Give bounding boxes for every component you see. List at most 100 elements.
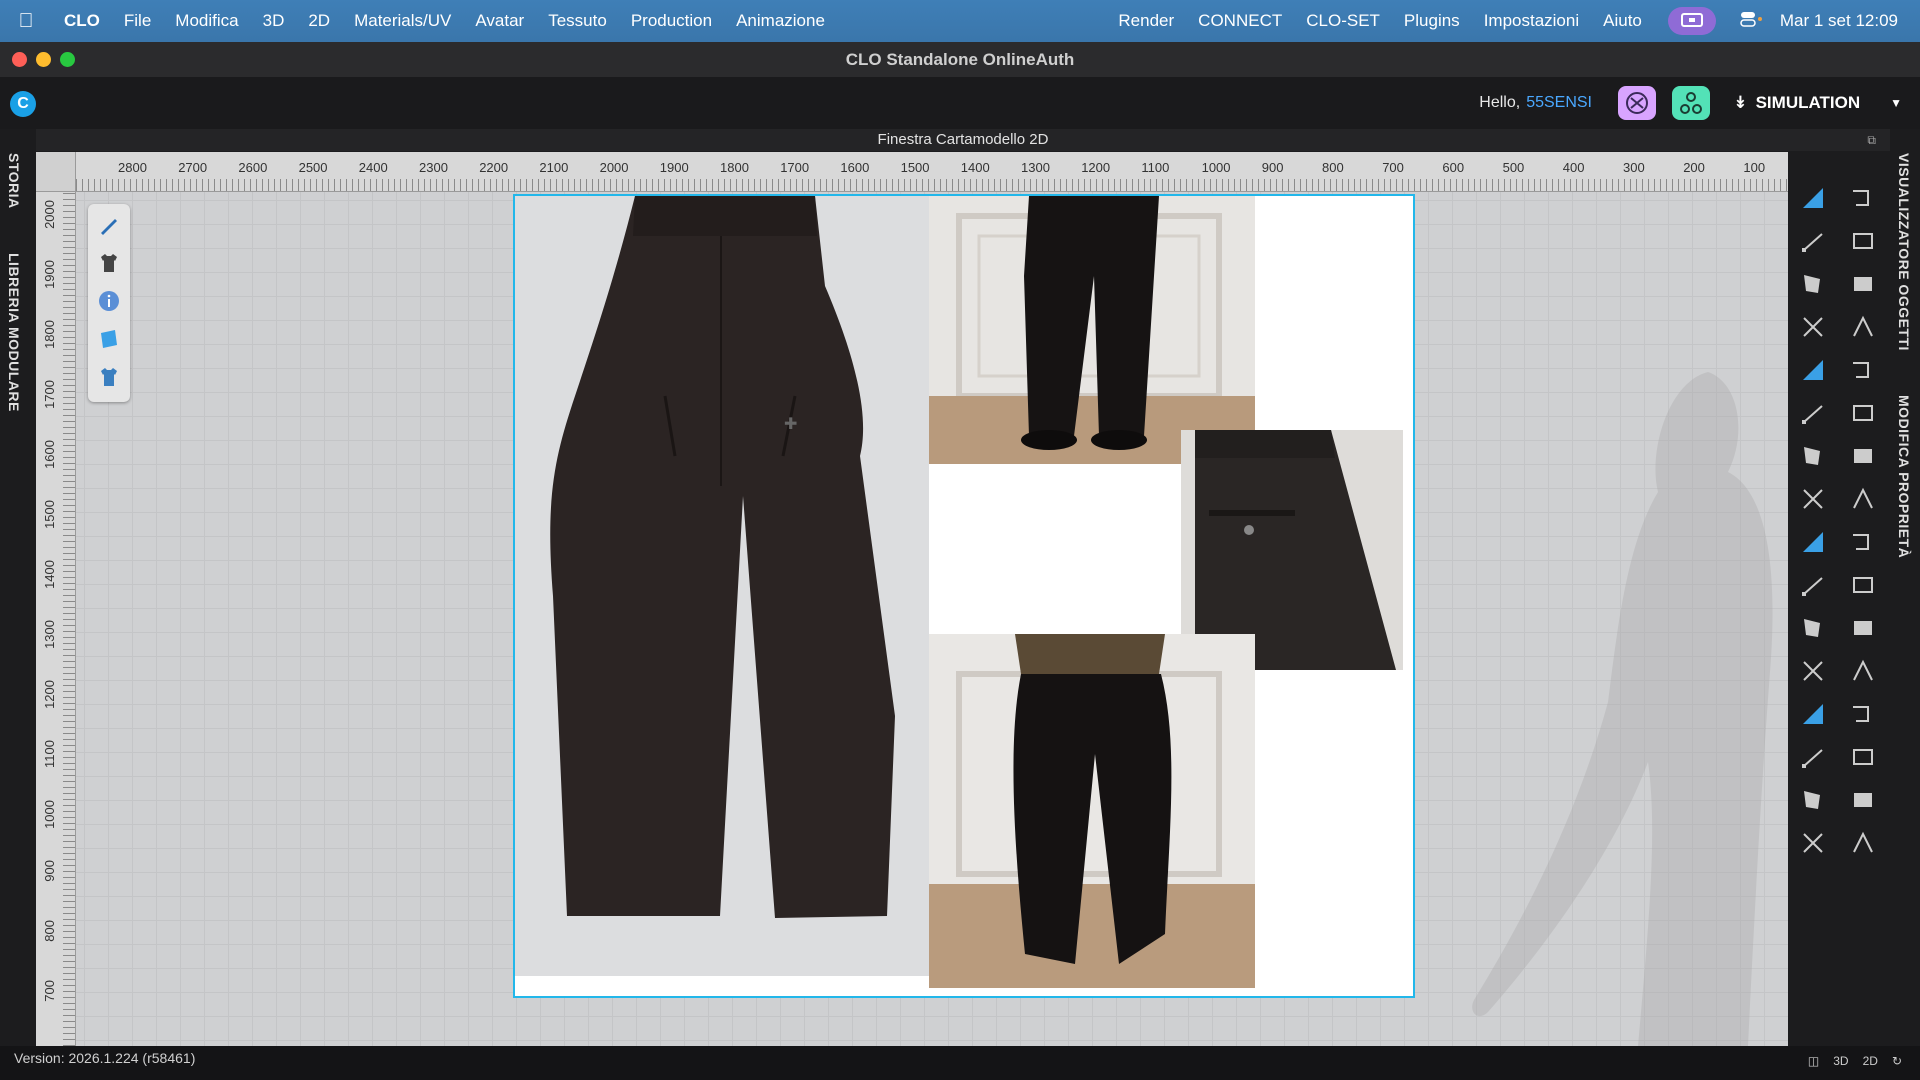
pattern-2d-workspace[interactable]: 2800 2700 2600 2500 2400 2300 2200 2100 2000 1900… <box>36 152 1788 1046</box>
ruler-v-label: 700 <box>42 980 57 1002</box>
view-2d-button[interactable]: 2D <box>1863 1054 1878 1068</box>
free-sewing-icon[interactable] <box>1838 434 1888 477</box>
simulation-mode-selector[interactable]: ↡ SIMULATION ▼ <box>1733 93 1902 113</box>
avatar-icon[interactable] <box>1788 821 1838 864</box>
fusing-icon[interactable] <box>1838 692 1888 735</box>
edit-point-icon[interactable] <box>1788 219 1838 262</box>
fill-icon[interactable] <box>1838 821 1888 864</box>
grading-icon[interactable] <box>1788 520 1838 563</box>
topstitch-icon[interactable] <box>1838 649 1888 692</box>
macos-menubar:  CLO File Modifica 3D 2D Materials/UV A… <box>0 0 1920 42</box>
trim-icon[interactable] <box>1788 735 1838 778</box>
view-mode-switcher: ◫ 3D 2D ↻ <box>1808 1054 1902 1068</box>
close-window-button[interactable] <box>12 52 27 67</box>
segment-sewing-icon[interactable] <box>1788 434 1838 477</box>
button-icon[interactable] <box>1788 606 1838 649</box>
zipper-icon[interactable] <box>1788 649 1838 692</box>
ruler-h-label: 1500 <box>900 160 930 175</box>
ruler-h-label: 2600 <box>238 160 268 175</box>
polygon-icon[interactable] <box>1788 262 1838 305</box>
window-controls <box>12 52 75 67</box>
menu-render[interactable]: Render <box>1106 11 1186 31</box>
fabric-icon[interactable] <box>95 324 123 354</box>
sewing-icon[interactable] <box>1838 348 1888 391</box>
edit-segment-icon[interactable] <box>1838 219 1888 262</box>
menu-2d[interactable]: 2D <box>296 11 342 31</box>
ruler-h-label: 800 <box>1322 160 1344 175</box>
puckering-icon[interactable] <box>1788 692 1838 735</box>
quick-tool-palette <box>88 204 130 402</box>
menu-production[interactable]: Production <box>619 11 724 31</box>
ruler-v-label: 1900 <box>42 260 57 289</box>
ruler-h-label: 500 <box>1502 160 1525 175</box>
network-connect-button[interactable] <box>1672 86 1710 120</box>
text-icon[interactable] <box>1788 563 1838 606</box>
menu-tessuto[interactable]: Tessuto <box>536 11 619 31</box>
menu-file[interactable]: File <box>112 11 163 31</box>
mesh-icon[interactable] <box>1788 778 1838 821</box>
reference-image-model-top[interactable] <box>929 196 1255 464</box>
fold-icon[interactable] <box>1788 391 1838 434</box>
tab-libreria-modulare[interactable]: LIBRERIA MODULARE <box>6 253 22 412</box>
menu-clo-set[interactable]: CLO-SET <box>1294 11 1392 31</box>
menu-modifica[interactable]: Modifica <box>163 11 250 31</box>
screen-share-icon[interactable] <box>1667 7 1716 35</box>
username-link[interactable]: 55SENSI <box>1526 94 1592 111</box>
graphic-icon[interactable] <box>1838 735 1888 778</box>
menu-impostazioni[interactable]: Impostazioni <box>1472 11 1591 31</box>
menu-app-clo[interactable]: CLO <box>52 11 112 31</box>
transform-icon[interactable] <box>1838 176 1888 219</box>
pattern-window-title-text: Finestra Cartamodello 2D <box>877 131 1049 148</box>
tab-storia[interactable]: STORIA <box>6 153 22 209</box>
garment-icon[interactable] <box>95 362 123 392</box>
measure-icon[interactable] <box>1838 477 1888 520</box>
texture-icon[interactable] <box>1838 778 1888 821</box>
annotation-icon[interactable] <box>1838 563 1888 606</box>
menu-materials-uv[interactable]: Materials/UV <box>342 11 463 31</box>
window-title: CLO Standalone OnlineAuth <box>845 49 1075 69</box>
control-center-icon[interactable] <box>1730 11 1774 32</box>
avatar-switch-button[interactable] <box>1618 86 1656 120</box>
dart-icon[interactable] <box>1838 305 1888 348</box>
refresh-icon[interactable]: ↻ <box>1892 1054 1902 1068</box>
app-header: C Hello, 55SENSI ↡ SIMULATION ▼ <box>0 77 1920 129</box>
notch-icon[interactable] <box>1788 477 1838 520</box>
reference-image-trousers-front[interactable] <box>515 196 929 976</box>
menubar-clock: Mar 1 set 12:09 <box>1779 11 1898 30</box>
reference-image-model-full[interactable] <box>929 634 1255 988</box>
split-view-icon[interactable]: ◫ <box>1808 1054 1819 1068</box>
apple-menu-icon[interactable]:  <box>0 10 52 33</box>
internal-line-icon[interactable] <box>1788 305 1838 348</box>
trace-icon[interactable] <box>1788 348 1838 391</box>
view-3d-button[interactable]: 3D <box>1833 1054 1848 1068</box>
ruler-h-label: 1600 <box>840 160 870 175</box>
menu-aiuto[interactable]: Aiuto <box>1591 11 1654 31</box>
reference-image-board[interactable] <box>513 194 1415 998</box>
chevron-double-down-icon: ↡ <box>1733 93 1748 112</box>
network-icon <box>1680 92 1702 114</box>
menu-animazione[interactable]: Animazione <box>724 11 837 31</box>
buttonhole-icon[interactable] <box>1838 606 1888 649</box>
menu-connect[interactable]: CONNECT <box>1186 11 1294 31</box>
edit-pattern-icon[interactable] <box>1788 176 1838 219</box>
zoom-window-button[interactable] <box>60 52 75 67</box>
minimize-window-button[interactable] <box>36 52 51 67</box>
clo-logo-icon[interactable]: C <box>10 91 36 117</box>
move-cursor-icon: ✚ <box>784 416 798 433</box>
pin-icon[interactable] <box>1838 391 1888 434</box>
info-icon[interactable] <box>95 286 123 316</box>
ruler-h-label: 1800 <box>720 160 749 175</box>
menu-3d[interactable]: 3D <box>251 11 297 31</box>
avatar-silhouette <box>1472 372 1773 1046</box>
float-window-icon[interactable]: ⧉ <box>1867 129 1876 151</box>
shirt-icon[interactable] <box>95 248 123 278</box>
ruler-h-label: 600 <box>1442 160 1465 175</box>
pen-icon[interactable] <box>95 210 123 240</box>
menu-avatar[interactable]: Avatar <box>463 11 536 31</box>
rectangle-icon[interactable] <box>1838 262 1888 305</box>
tab-modifica-proprieta[interactable]: MODIFICA PROPRIETÀ <box>1896 395 1912 558</box>
tab-visualizzatore-oggetti[interactable]: VISUALIZZATORE OGGETTI <box>1896 153 1912 351</box>
menu-plugins[interactable]: Plugins <box>1392 11 1472 31</box>
pleat-icon[interactable] <box>1838 520 1888 563</box>
horizontal-ruler: 2800 2700 2600 2500 2400 2300 2200 2100 2000 1900… <box>76 152 1788 192</box>
